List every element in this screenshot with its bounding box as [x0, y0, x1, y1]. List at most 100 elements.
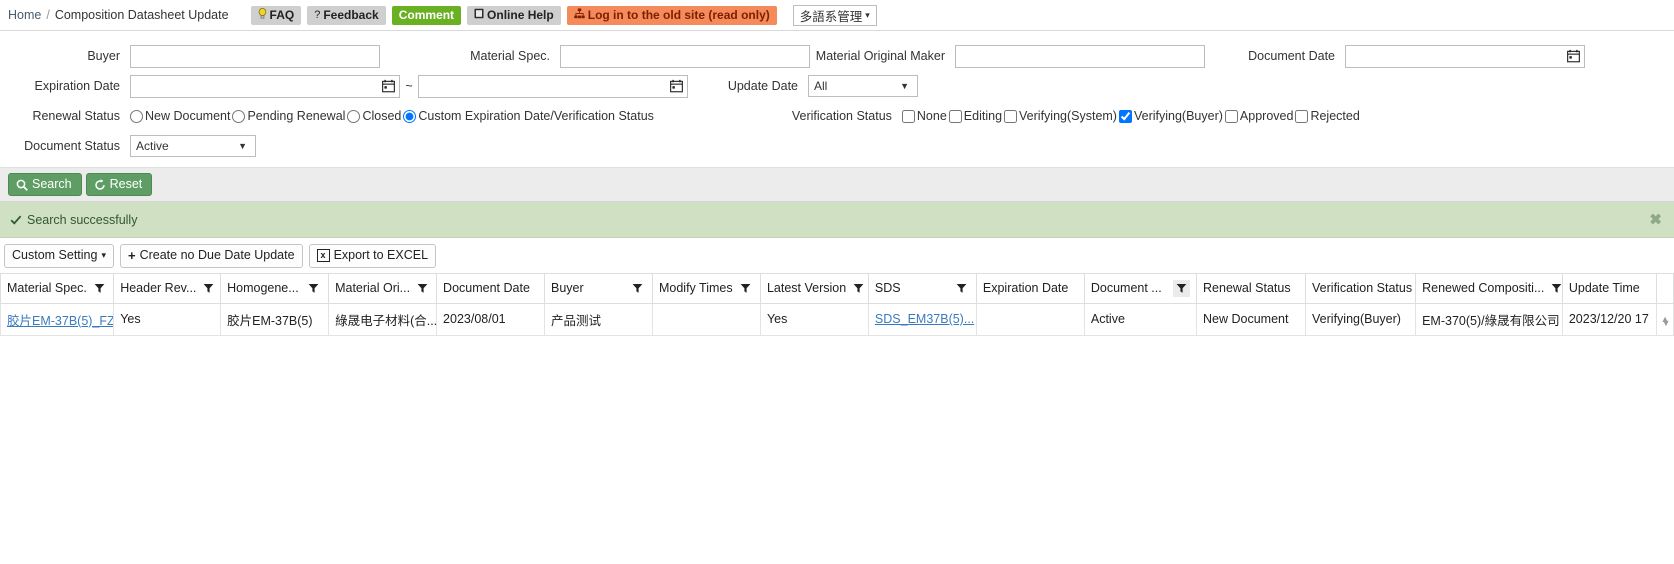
verification-status-checkbox[interactable]: [1118, 109, 1132, 123]
renewal-status-radio[interactable]: [403, 109, 417, 123]
filter-icon[interactable]: [737, 280, 754, 297]
filter-icon[interactable]: [305, 280, 322, 297]
faq-button[interactable]: FAQ: [250, 5, 302, 25]
column-header-document-status[interactable]: Document ...: [1083, 273, 1198, 304]
filter-icon[interactable]: [953, 280, 970, 297]
renewal-status-option-label: Custom Expiration Date/Verification Stat…: [418, 109, 654, 123]
column-header-document-date[interactable]: Document Date: [436, 273, 546, 304]
column-label: Renewed Compositi...: [1422, 281, 1545, 296]
cell-expiration-date: [975, 303, 1085, 336]
verification-status-option-none[interactable]: None: [901, 109, 947, 123]
filter-icon[interactable]: [1173, 279, 1191, 297]
language-selector-label: 多語系管理: [799, 9, 863, 24]
verification-status-option-label: Verifying(System): [1019, 109, 1117, 123]
online-help-button[interactable]: Online Help: [467, 5, 561, 25]
document-date-input[interactable]: [1345, 44, 1585, 68]
filter-icon[interactable]: [200, 280, 217, 297]
form-row-3: Renewal Status New Document Pending Rene…: [0, 101, 1674, 131]
column-header-header-rev[interactable]: Header Rev...: [113, 273, 222, 304]
language-selector[interactable]: 多語系管理 ▾: [792, 4, 877, 26]
renewal-status-option-closed[interactable]: Closed: [347, 109, 401, 123]
create-no-due-date-update-button[interactable]: + Create no Due Date Update: [120, 244, 303, 268]
comment-button[interactable]: Comment: [391, 5, 462, 25]
filter-icon[interactable]: [850, 280, 867, 297]
column-header-renewal-status[interactable]: Renewal Status: [1196, 273, 1307, 304]
verification-status-option-approved[interactable]: Approved: [1224, 109, 1294, 123]
column-label: SDS: [874, 281, 901, 296]
filter-icon[interactable]: [1548, 280, 1562, 297]
column-header-material-original[interactable]: Material Ori...: [328, 273, 438, 304]
column-header-homogeneous[interactable]: Homogene...: [220, 273, 330, 304]
breadcrumb-home[interactable]: Home: [8, 8, 41, 22]
verification-status-option-label: Approved: [1239, 109, 1294, 123]
expiration-date-from-input[interactable]: [130, 74, 400, 98]
renewal-status-option-label: Closed: [362, 109, 402, 123]
cell-renewed-composition: EM-370(5)/綠晟有限公司: [1415, 303, 1563, 336]
column-label: Buyer: [551, 281, 584, 296]
column-header-sds[interactable]: SDS: [867, 273, 977, 304]
search-form: Buyer Material Spec. Material Original M…: [0, 31, 1674, 167]
verification-status-checkbox-group: None Editing Verifying(System) Verifying…: [901, 109, 1362, 123]
book-icon: [474, 8, 484, 22]
form-row-1: Buyer Material Spec. Material Original M…: [0, 41, 1674, 71]
filter-icon[interactable]: [629, 280, 646, 297]
renewal-status-option-custom[interactable]: Custom Expiration Date/Verification Stat…: [403, 109, 654, 123]
column-header-buyer[interactable]: Buyer: [544, 273, 653, 304]
update-date-select[interactable]: All ▼: [808, 75, 918, 97]
buyer-input[interactable]: [130, 44, 380, 68]
document-status-select[interactable]: Active ▼: [130, 135, 256, 157]
verification-status-option-verifying-buyer[interactable]: Verifying(Buyer): [1118, 109, 1223, 123]
renewal-status-radio[interactable]: [130, 109, 143, 123]
cell-material-original: 綠晟电子材料(合...: [328, 303, 438, 336]
feedback-button[interactable]: ? Feedback: [307, 5, 386, 25]
renewal-status-option-new-document[interactable]: New Document: [130, 109, 230, 123]
date-range-separator: ~: [405, 79, 413, 93]
verification-status-option-editing[interactable]: Editing: [948, 109, 1002, 123]
verification-status-option-rejected[interactable]: Rejected: [1295, 109, 1360, 123]
verification-status-option-label: Rejected: [1310, 109, 1360, 123]
custom-setting-button[interactable]: Custom Setting ▾: [4, 244, 114, 268]
sds-link[interactable]: SDS_EM37B(5)...: [875, 312, 974, 326]
renewal-status-radio[interactable]: [347, 109, 361, 123]
column-header-latest-version[interactable]: Latest Version: [759, 273, 869, 304]
verification-status-checkbox[interactable]: [1004, 109, 1018, 123]
old-site-login-button[interactable]: Log in to the old site (read only): [566, 5, 777, 25]
column-header-spacer: [1656, 273, 1674, 304]
column-header-modify-times[interactable]: Modify Times: [651, 273, 761, 304]
column-header-expiration-date[interactable]: Expiration Date: [975, 273, 1085, 304]
cell-modify-times: [651, 303, 761, 336]
alert-close-icon[interactable]: ✖: [1649, 212, 1662, 227]
column-label: Verification Status: [1312, 281, 1413, 296]
verification-status-checkbox[interactable]: [901, 109, 915, 123]
breadcrumb: Home / Composition Datasheet Update: [8, 8, 229, 22]
search-button[interactable]: Search: [8, 173, 82, 196]
column-label: Material Ori...: [335, 281, 411, 296]
cell-renewal-status: New Document: [1196, 303, 1307, 336]
verification-status-option-verifying-system[interactable]: Verifying(System): [1004, 109, 1117, 123]
verification-status-option-label: None: [916, 109, 947, 123]
column-header-update-time[interactable]: Update Time: [1561, 273, 1658, 304]
column-header-verification-status[interactable]: Verification Status: [1305, 273, 1417, 304]
cell-document-status: Active: [1083, 303, 1198, 336]
form-row-2: Expiration Date ~ Update Date All ▼: [0, 71, 1674, 101]
renewal-status-radio[interactable]: [232, 109, 246, 123]
column-header-renewed-composition[interactable]: Renewed Compositi...: [1415, 273, 1563, 304]
verification-status-checkbox[interactable]: [948, 109, 962, 123]
material-spec-link[interactable]: 胶片EM-37B(5)_FZ: [7, 314, 113, 328]
verification-status-checkbox[interactable]: [1224, 109, 1238, 123]
renewal-status-option-pending-renewal[interactable]: Pending Renewal: [232, 109, 345, 123]
column-header-material-spec[interactable]: Material Spec.: [0, 273, 115, 304]
material-original-maker-input[interactable]: [955, 44, 1205, 68]
filter-icon[interactable]: [91, 280, 108, 297]
document-status-label: Document Status: [24, 139, 120, 153]
material-spec-input[interactable]: [560, 44, 810, 68]
export-to-excel-button[interactable]: x Export to EXCEL: [308, 244, 437, 268]
cell-material-spec[interactable]: 胶片EM-37B(5)_FZ: [0, 303, 115, 336]
expiration-date-to-input[interactable]: [418, 74, 688, 98]
reset-button[interactable]: Reset: [85, 173, 153, 196]
scroll-down-arrow[interactable]: ▼: [1658, 316, 1674, 330]
filter-icon[interactable]: [414, 280, 431, 297]
cell-sds[interactable]: SDS_EM37B(5)...: [867, 303, 977, 336]
verification-status-checkbox[interactable]: [1295, 109, 1309, 123]
table-row[interactable]: 胶片EM-37B(5)_FZ Yes 胶片EM-37B(5) 綠晟电子材料(合.…: [0, 303, 1674, 336]
